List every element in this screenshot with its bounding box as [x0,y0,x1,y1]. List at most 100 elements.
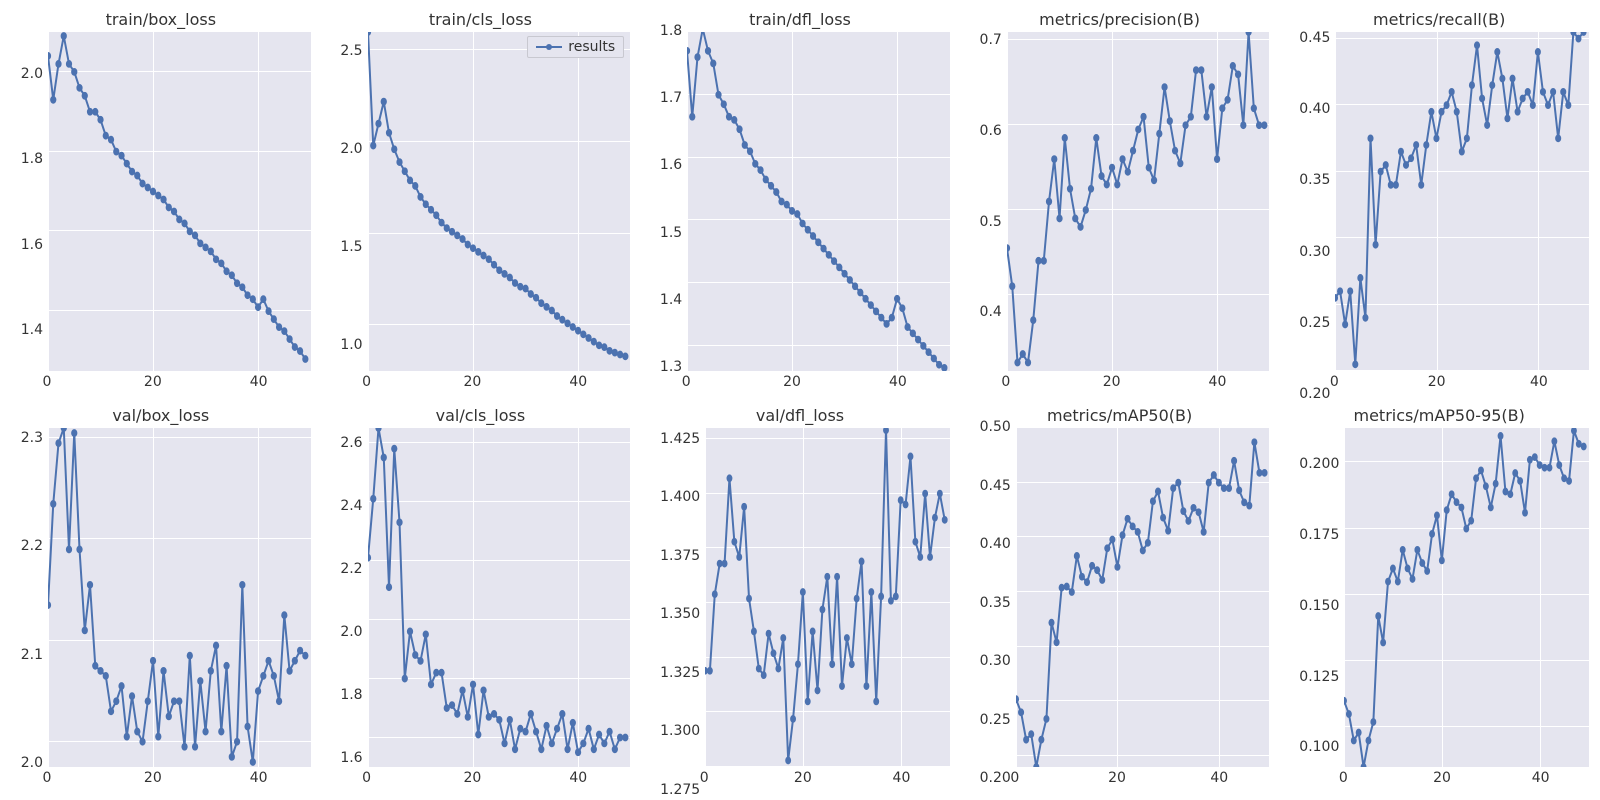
y-tick-label: 2.3 [21,430,43,446]
y-tick-label: 2.1 [21,647,43,663]
y-tick-label: 2.2 [340,561,362,577]
x-tick-label: 20 [794,770,812,786]
y-axis: 1.41.61.82.0 [10,31,47,394]
y-tick-label: 1.6 [340,750,362,766]
y-tick-label: 2.0 [340,624,362,640]
x-tick-label: 0 [1330,374,1339,390]
x-axis: 02040 [367,372,632,394]
data-series [48,32,311,371]
y-tick-label: 2.6 [340,435,362,451]
x-tick-label: 40 [250,770,268,786]
panel-metrics_recall: metrics/recall(B)0.200.250.300.350.400.4… [1288,10,1590,394]
plot-area [367,427,632,768]
x-axis: 02040 [1015,768,1271,790]
x-tick-label: 40 [1210,770,1228,786]
y-tick-label: 0.5 [980,214,1002,230]
x-tick-label: 20 [464,770,482,786]
y-tick-label: 0.125 [1299,669,1339,685]
panel-train_box_loss: train/box_loss1.41.61.82.002040 [10,10,312,394]
x-tick-label: 20 [1433,770,1451,786]
chart-title: metrics/mAP50-95(B) [1288,406,1590,425]
x-tick-label: 0 [1010,770,1019,786]
y-tick-label: 0.35 [1299,172,1330,188]
x-tick-label: 0 [1001,374,1010,390]
x-axis: 02040 [1334,372,1590,394]
x-tick-label: 40 [569,770,587,786]
y-axis: 0.200.250.300.350.400.450.50 [969,427,1015,790]
y-tick-label: 0.6 [980,123,1002,139]
y-axis: 1.61.82.02.22.42.6 [330,427,367,790]
plot-area [1334,31,1590,372]
plot-area [1006,31,1271,372]
legend-label: results [568,39,615,55]
data-series [1016,428,1270,767]
y-tick-label: 1.4 [21,322,43,338]
y-tick-label: 1.3 [660,359,682,375]
x-tick-label: 20 [783,374,801,390]
y-tick-label: 1.275 [660,782,700,798]
chart-title: train/box_loss [10,10,312,29]
plot-area [1343,427,1590,768]
x-tick-label: 40 [889,374,907,390]
y-tick-label: 2.2 [21,538,43,554]
x-axis: 02040 [704,768,951,790]
y-tick-label: 0.45 [980,478,1011,494]
x-tick-label: 20 [144,770,162,786]
y-tick-label: 0.20 [1299,386,1330,402]
x-axis: 02040 [1343,768,1590,790]
data-series [48,428,311,767]
y-tick-label: 0.25 [1299,315,1330,331]
chart-grid: train/box_loss1.41.61.82.002040train/cls… [10,10,1590,790]
x-tick-label: 40 [1209,374,1227,390]
x-axis: 02040 [47,372,312,394]
y-tick-label: 1.425 [660,431,700,447]
panel-train_cls_loss: train/cls_loss1.01.52.02.5results02040 [330,10,632,394]
x-tick-label: 0 [682,374,691,390]
plot-area [686,31,951,372]
y-tick-label: 2.0 [21,66,43,82]
y-tick-label: 0.4 [980,304,1002,320]
y-tick-label: 1.300 [660,723,700,739]
y-tick-label: 1.7 [660,90,682,106]
y-tick-label: 2.5 [340,43,362,59]
plot-area: results [367,31,632,372]
y-tick-label: 0.40 [980,536,1011,552]
y-tick-label: 0.50 [980,419,1011,435]
x-tick-label: 40 [1530,374,1548,390]
panel-val_box_loss: val/box_loss2.02.12.22.302040 [10,406,312,790]
y-tick-label: 1.325 [660,665,700,681]
x-tick-label: 0 [1339,770,1348,786]
y-axis: 1.01.52.02.5 [330,31,367,394]
x-tick-label: 0 [362,374,371,390]
y-tick-label: 1.8 [660,23,682,39]
y-tick-label: 2.0 [340,141,362,157]
chart-title: metrics/mAP50(B) [969,406,1271,425]
plot-area [1015,427,1271,768]
plot-area [47,31,312,372]
y-tick-label: 0.30 [1299,244,1330,260]
y-tick-label: 0.40 [1299,101,1330,117]
y-tick-label: 0.100 [1299,739,1339,755]
x-tick-label: 20 [144,374,162,390]
x-tick-label: 0 [43,770,52,786]
panel-val_cls_loss: val/cls_loss1.61.82.02.22.42.602040 [330,406,632,790]
y-axis: 0.40.50.60.7 [969,31,1006,394]
y-tick-label: 1.400 [660,489,700,505]
y-tick-label: 1.350 [660,606,700,622]
chart-title: train/dfl_loss [649,10,951,29]
data-series [1335,32,1589,371]
y-tick-label: 0.30 [980,653,1011,669]
data-series [705,428,950,767]
data-series [368,32,631,371]
y-tick-label: 1.6 [660,157,682,173]
y-tick-label: 1.8 [21,151,43,167]
panel-metrics_map50: metrics/mAP50(B)0.200.250.300.350.400.45… [969,406,1271,790]
x-axis: 02040 [47,768,312,790]
y-tick-label: 0.20 [980,770,1011,786]
y-tick-label: 1.0 [340,337,362,353]
chart-title: val/cls_loss [330,406,632,425]
data-series [1344,428,1589,767]
y-tick-label: 0.200 [1299,456,1339,472]
y-tick-label: 1.4 [660,292,682,308]
panel-val_dfl_loss: val/dfl_loss1.2751.3001.3251.3501.3751.4… [649,406,951,790]
